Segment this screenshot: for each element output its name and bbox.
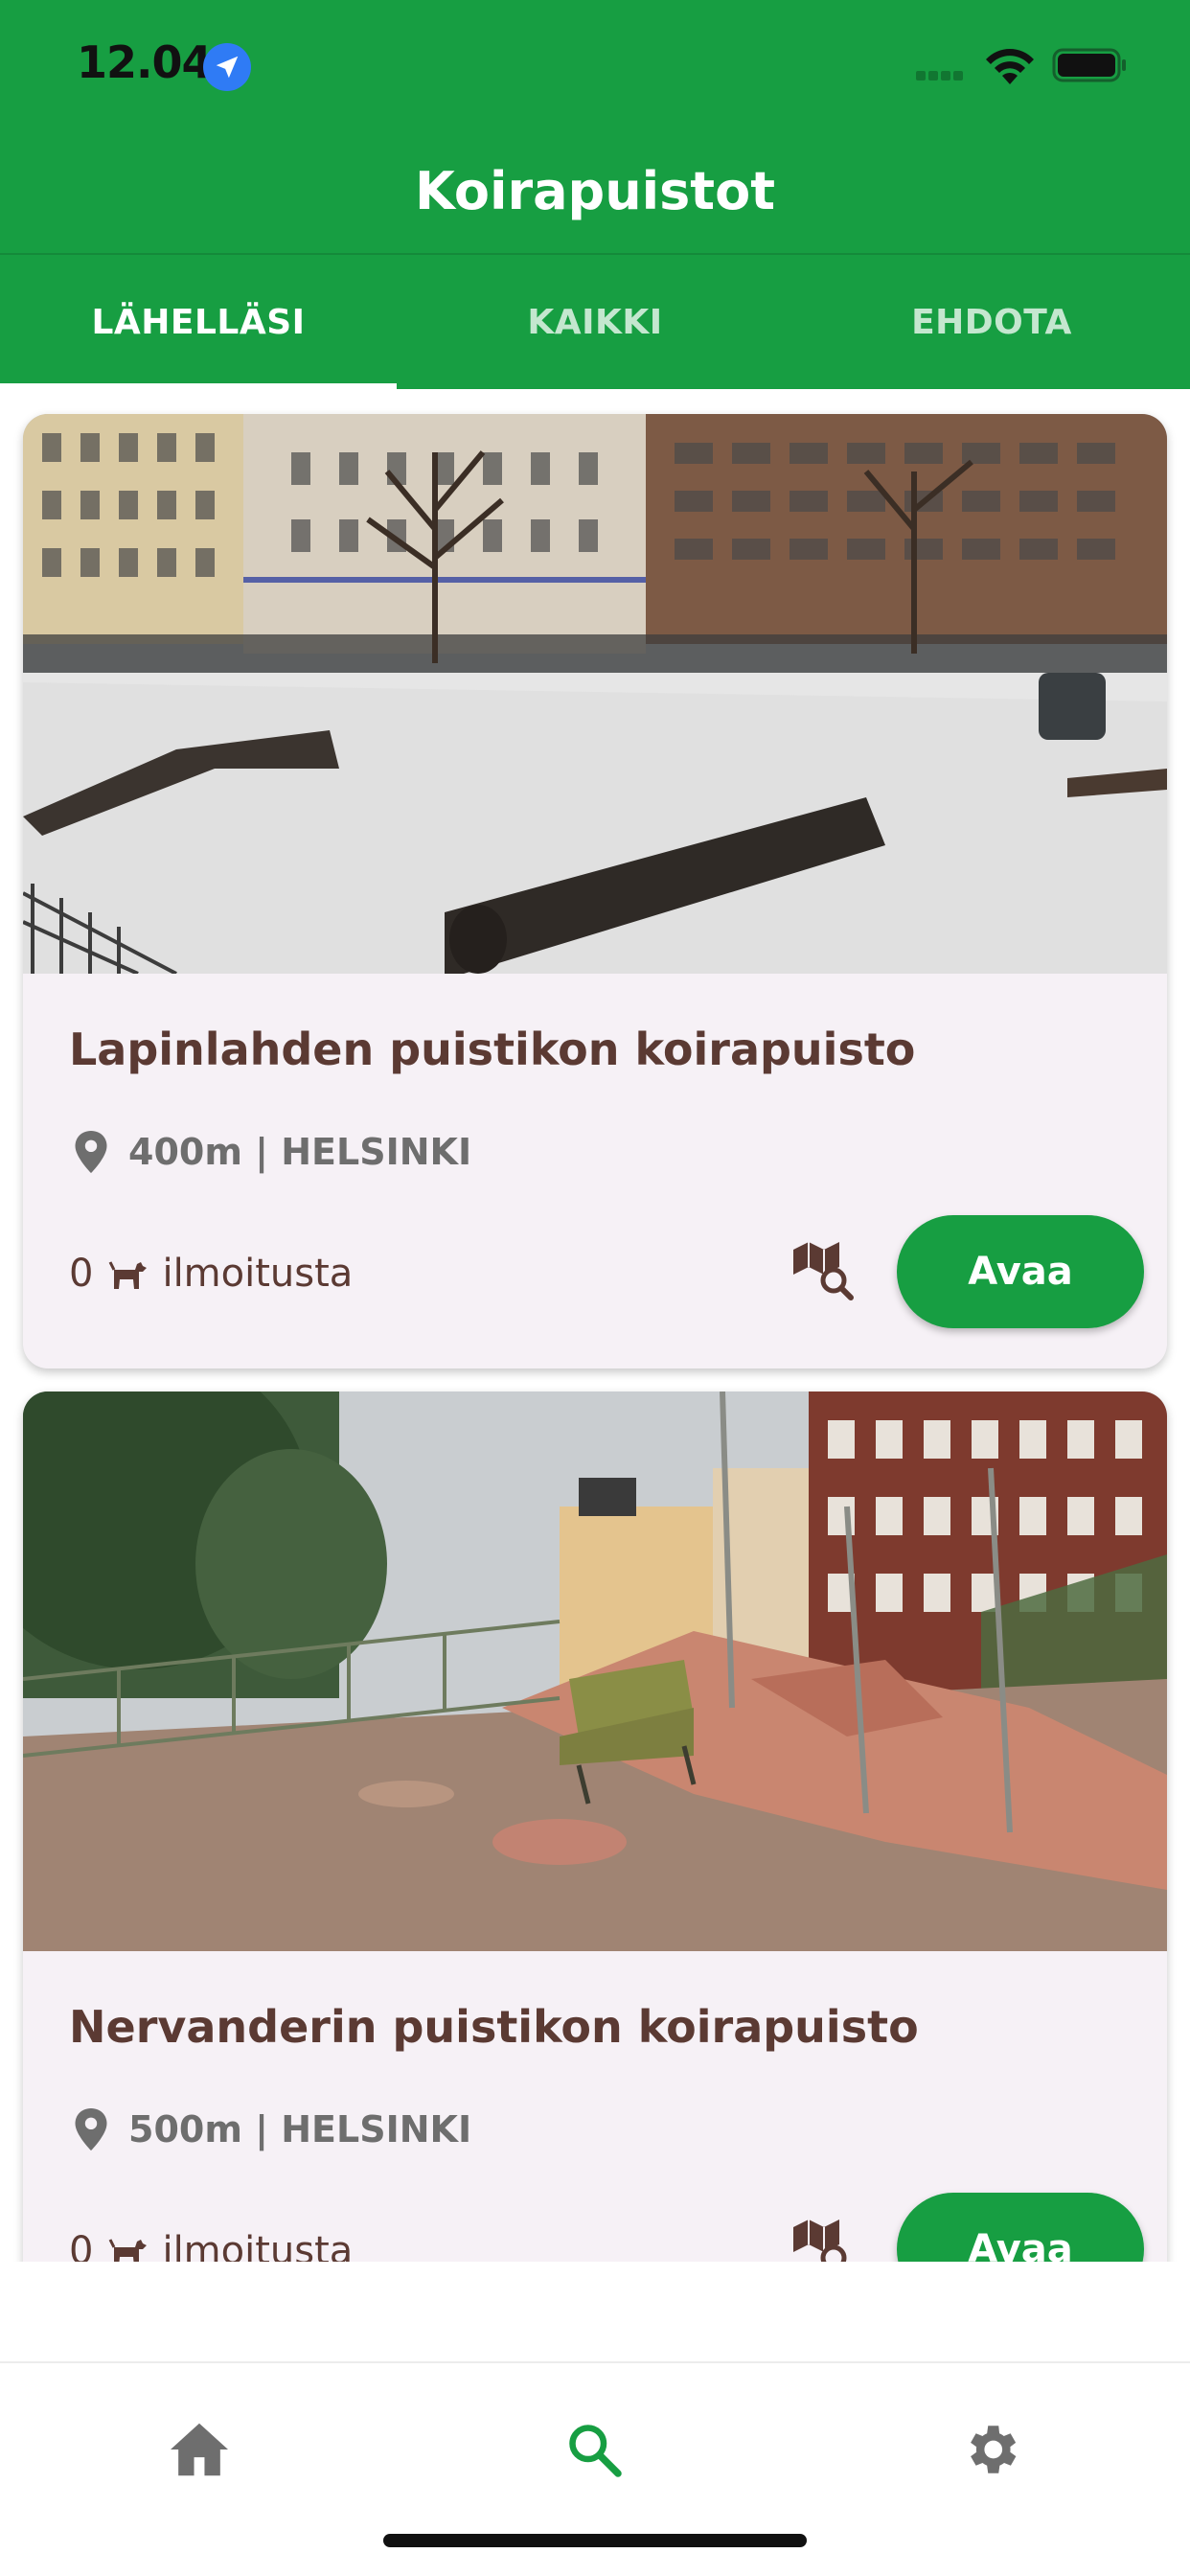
- park-notice-count: 0 ilmoitusta: [69, 1252, 353, 1296]
- park-distance-text: 500m | HELSINKI: [128, 2108, 472, 2150]
- location-pin-icon: [75, 1131, 107, 1173]
- home-indicator: [383, 2534, 807, 2547]
- open-park-button[interactable]: Avaa: [897, 2193, 1144, 2262]
- map-search-icon[interactable]: [790, 2216, 857, 2262]
- status-time: 12.04: [77, 36, 213, 88]
- park-notice-count: 0 ilmoitusta: [69, 2229, 353, 2262]
- nav-home[interactable]: [161, 2411, 238, 2488]
- notice-count-value: 0: [69, 1252, 94, 1296]
- page-title: Koirapuistot: [414, 161, 776, 221]
- park-card[interactable]: Nervanderin puistikon koirapuisto 500m |…: [23, 1392, 1167, 2262]
- tab-nearby[interactable]: LÄHELLÄSI: [0, 255, 397, 389]
- search-icon: [569, 2425, 622, 2477]
- dog-icon: [109, 2239, 148, 2262]
- status-bar: 12.04: [0, 0, 1190, 134]
- location-pin-icon: [75, 2108, 107, 2150]
- gear-icon: [971, 2426, 1017, 2473]
- cellular-signal-icon: [916, 71, 970, 80]
- park-list[interactable]: Lapinlahden puistikon koirapuisto 400m |…: [0, 389, 1190, 2262]
- park-distance: 400m | HELSINKI: [75, 1131, 471, 1173]
- tab-suggest[interactable]: EHDOTA: [793, 255, 1190, 389]
- battery-icon: [1052, 48, 1126, 82]
- snowy-dog-park-photo: [23, 414, 1167, 974]
- park-distance-text: 400m | HELSINKI: [128, 1131, 472, 1173]
- location-arrow-icon: [203, 43, 251, 91]
- app-header: 12.04 Koirapuistot LÄHELLÄSI KAIKKI EHDO…: [0, 0, 1190, 389]
- notice-count-label: ilmoitusta: [162, 2229, 354, 2262]
- park-card[interactable]: Lapinlahden puistikon koirapuisto 400m |…: [23, 414, 1167, 1368]
- tab-bar: LÄHELLÄSI KAIKKI EHDOTA: [0, 255, 1190, 389]
- notice-count-label: ilmoitusta: [162, 1252, 354, 1296]
- park-name: Lapinlahden puistikon koirapuisto: [69, 1024, 916, 1075]
- park-distance: 500m | HELSINKI: [75, 2108, 471, 2150]
- map-search-icon[interactable]: [790, 1238, 857, 1305]
- notice-count-value: 0: [69, 2229, 94, 2262]
- home-icon: [171, 2423, 228, 2476]
- park-name: Nervanderin puistikon koirapuisto: [69, 2001, 919, 2053]
- nav-search[interactable]: [556, 2411, 632, 2488]
- wifi-icon: [986, 49, 1034, 84]
- tab-all[interactable]: KAIKKI: [397, 255, 793, 389]
- open-park-button[interactable]: Avaa: [897, 1215, 1144, 1328]
- rocky-dog-park-photo: [23, 1392, 1167, 1951]
- nav-settings[interactable]: [952, 2411, 1029, 2488]
- dog-icon: [109, 1261, 148, 1289]
- app-screen: 12.04 Koirapuistot LÄHELLÄSI KAIKKI EHDO…: [0, 0, 1190, 2576]
